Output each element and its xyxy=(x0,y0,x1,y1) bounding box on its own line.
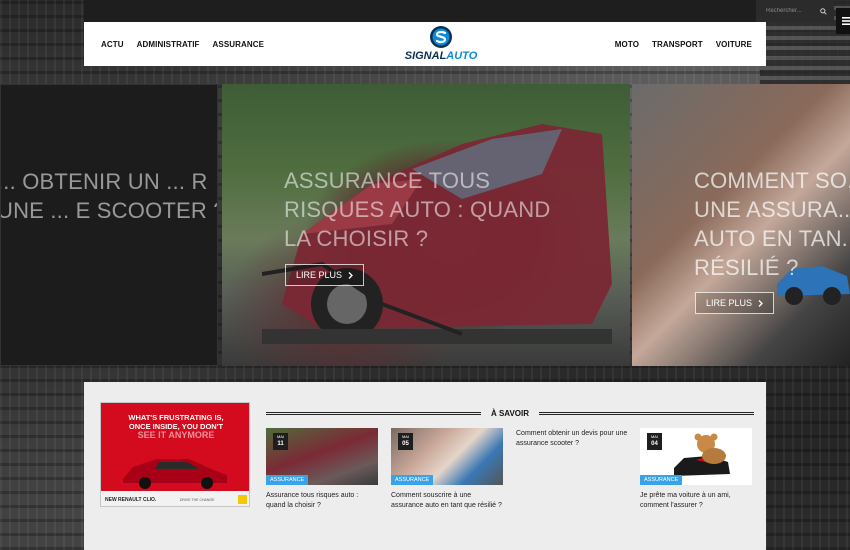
ad-banner[interactable]: WHAT'S FRUSTRATING IS, ONCE INSIDE, YOU … xyxy=(100,402,250,507)
section-title: À SAVOIR xyxy=(480,408,540,418)
category-tag[interactable]: ASSURANCE xyxy=(266,475,309,485)
date-badge: MAI 11 xyxy=(273,433,288,450)
slide-title[interactable]: ... obtenir un ... r une ... e scooter ? xyxy=(1,167,217,225)
slide-assurance-resilie[interactable]: Comment so... à une assura... auto en ta… xyxy=(632,84,850,366)
ad-car-image xyxy=(123,459,227,489)
slide-assurance-tous-risques[interactable]: Assurance tous risques auto : quand la c… xyxy=(222,84,630,366)
article-thumbnail[interactable]: MAI 05 ASSURANCE xyxy=(391,428,503,485)
hero-slider: ... obtenir un ... r une ... e scooter ?… xyxy=(0,84,850,366)
nav-item-moto[interactable]: MOTO xyxy=(615,40,639,49)
ad-headline: WHAT'S FRUSTRATING IS, ONCE INSIDE, YOU … xyxy=(128,413,224,440)
nav-item-assurance[interactable]: ASSURANCE xyxy=(213,40,265,49)
site-logo[interactable]: SIGNALAUTO xyxy=(400,25,482,65)
slide-scooter[interactable]: ... obtenir un ... r une ... e scooter ? xyxy=(0,84,218,366)
nav-left: ACTU ADMINISTRATIF ASSURANCE xyxy=(101,40,264,49)
nav-item-administratif[interactable]: ADMINISTRATIF xyxy=(137,40,200,49)
logo-text: SIGNALAUTO xyxy=(404,50,478,62)
search-input[interactable] xyxy=(756,0,814,22)
article-card[interactable]: MAI 11 ASSURANCE Assurance tous risques a… xyxy=(266,428,378,511)
search-box xyxy=(756,0,834,22)
site-header: ACTU ADMINISTRATIF ASSURANCE SIGNALAUTO … xyxy=(84,22,766,66)
article-card[interactable]: MAI 04 ASSURANCE Je prête ma voiture à un… xyxy=(640,428,752,511)
section-header: À SAVOIR xyxy=(266,407,754,419)
chevron-right-icon xyxy=(758,299,763,307)
top-bar xyxy=(84,0,834,22)
chevron-right-icon xyxy=(348,271,353,279)
date-badge: MAI 05 xyxy=(398,433,413,450)
content-area: WHAT'S FRUSTRATING IS, ONCE INSIDE, YOU … xyxy=(84,382,766,550)
article-title[interactable]: Comment obtenir un devis pour une assura… xyxy=(516,429,628,449)
article-title[interactable]: Comment souscrire à une assurance auto e… xyxy=(391,491,503,511)
category-tag[interactable]: ASSURANCE xyxy=(391,475,434,485)
article-card[interactable]: Comment obtenir un devis pour une assura… xyxy=(516,428,628,449)
hamburger-icon xyxy=(842,17,850,25)
ad-model-text: NEW RENAULT CLIO. xyxy=(105,496,157,503)
slide-title[interactable]: Comment so... à une assura... auto en ta… xyxy=(694,166,850,282)
slide-title[interactable]: Assurance tous risques auto : quand la c… xyxy=(284,166,564,253)
date-badge: MAI 04 xyxy=(647,433,662,450)
ad-tagline: DRIVE THE CHANGE xyxy=(179,497,215,502)
nav-right: MOTO TRANSPORT VOITURE xyxy=(615,40,752,49)
nav-item-transport[interactable]: TRANSPORT xyxy=(652,40,703,49)
article-thumbnail[interactable]: MAI 04 ASSURANCE xyxy=(640,428,752,485)
category-tag[interactable]: ASSURANCE xyxy=(640,475,683,485)
article-thumbnail[interactable]: MAI 11 ASSURANCE xyxy=(266,428,378,485)
article-title[interactable]: Je prête ma voiture à un ami, comment l'… xyxy=(640,491,752,511)
read-more-button[interactable]: LIRE PLUS xyxy=(695,292,775,314)
menu-toggle-button[interactable] xyxy=(836,8,850,34)
nav-item-actu[interactable]: ACTU xyxy=(101,40,124,49)
article-title[interactable]: Assurance tous risques auto : quand la c… xyxy=(266,491,378,511)
renault-logo-icon xyxy=(237,495,247,504)
nav-item-voiture[interactable]: VOITURE xyxy=(716,40,752,49)
read-more-button[interactable]: LIRE PLUS xyxy=(285,264,365,286)
search-icon[interactable] xyxy=(814,0,832,22)
article-card[interactable]: MAI 05 ASSURANCE Comment souscrire à une … xyxy=(391,428,503,511)
article-cards: MAI 11 ASSURANCE Assurance tous risques a… xyxy=(266,428,756,538)
logo-mark-icon xyxy=(430,26,452,48)
ad-footer: NEW RENAULT CLIO. DRIVE THE CHANGE xyxy=(101,491,249,506)
